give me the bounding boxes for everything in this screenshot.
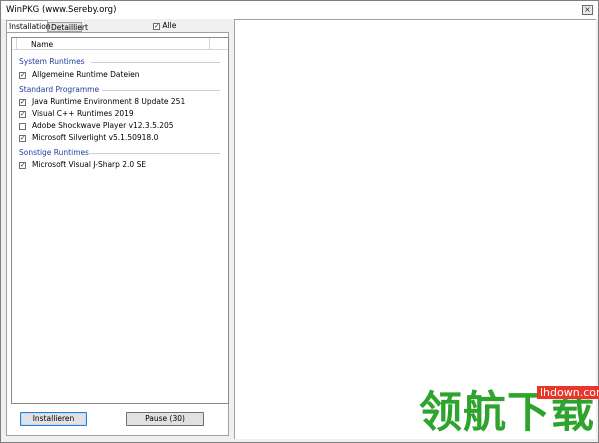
- checkbox-icon[interactable]: ✓: [19, 134, 26, 142]
- watermark-url: lhdown.com: [537, 386, 599, 399]
- installation-panel: Name System Runtimes ✓ Allgemeine Runtime…: [6, 32, 229, 436]
- column-divider: [209, 38, 210, 50]
- checkbox-icon[interactable]: ✓: [19, 161, 26, 169]
- group-heading: System Runtimes: [19, 57, 85, 66]
- list-item[interactable]: ✓ Microsoft Visual J-Sharp 2.0 SE: [19, 160, 146, 170]
- list-item[interactable]: ✓ Allgemeine Runtime Dateien: [19, 70, 140, 80]
- column-divider: [16, 38, 17, 50]
- app-window: WinPKG (www.Sereby.org) × Installation D…: [0, 0, 599, 443]
- list-item[interactable]: ✓ Visual C++ Runtimes 2019: [19, 109, 134, 119]
- list-item-label: Visual C++ Runtimes 2019: [32, 109, 134, 118]
- checkbox-icon[interactable]: [19, 122, 26, 130]
- group-divider: [91, 62, 220, 63]
- list-item[interactable]: Adobe Shockwave Player v12.3.5.205: [19, 121, 174, 131]
- list-item-label: Adobe Shockwave Player v12.3.5.205: [32, 121, 174, 130]
- list-item[interactable]: ✓ Java Runtime Environment 8 Update 251: [19, 97, 185, 107]
- column-header[interactable]: Name: [12, 38, 228, 50]
- group-divider: [88, 153, 220, 154]
- tab-detailliert[interactable]: Detailliert: [48, 22, 88, 32]
- checkbox-icon[interactable]: ✓: [19, 98, 26, 106]
- group-divider: [102, 90, 220, 91]
- select-all-label: Alle: [162, 21, 177, 30]
- list-item[interactable]: ✓ Microsoft Silverlight v5.1.50918.0: [19, 133, 158, 143]
- checkbox-icon[interactable]: ✓: [19, 110, 26, 118]
- group-heading: Standard Programme: [19, 85, 100, 94]
- close-icon[interactable]: ×: [582, 5, 593, 15]
- window-title: WinPKG (www.Sereby.org): [6, 5, 117, 15]
- list-item-label: Allgemeine Runtime Dateien: [32, 70, 140, 79]
- list-item-label: Microsoft Silverlight v5.1.50918.0: [32, 133, 159, 142]
- runtime-list[interactable]: Name System Runtimes ✓ Allgemeine Runtime…: [11, 37, 229, 404]
- title-bar: WinPKG (www.Sereby.org) ×: [1, 1, 598, 19]
- details-panel: [234, 19, 596, 439]
- tab-installation[interactable]: Installation: [6, 20, 51, 32]
- list-item-label: Microsoft Visual J-Sharp 2.0 SE: [32, 160, 147, 169]
- pause-button[interactable]: Pause (30): [126, 412, 204, 426]
- checkbox-icon[interactable]: ✓: [153, 22, 160, 30]
- select-all-checkbox[interactable]: ✓ Alle: [153, 21, 176, 31]
- list-item-label: Java Runtime Environment 8 Update 251: [32, 97, 186, 106]
- group-heading: Sonstige Runtimes: [19, 148, 90, 157]
- watermark: 领航下载 lhdown.com: [419, 382, 599, 440]
- checkbox-icon[interactable]: ✓: [19, 71, 26, 79]
- install-button[interactable]: Installieren: [20, 412, 87, 426]
- column-header-name: Name: [31, 40, 54, 49]
